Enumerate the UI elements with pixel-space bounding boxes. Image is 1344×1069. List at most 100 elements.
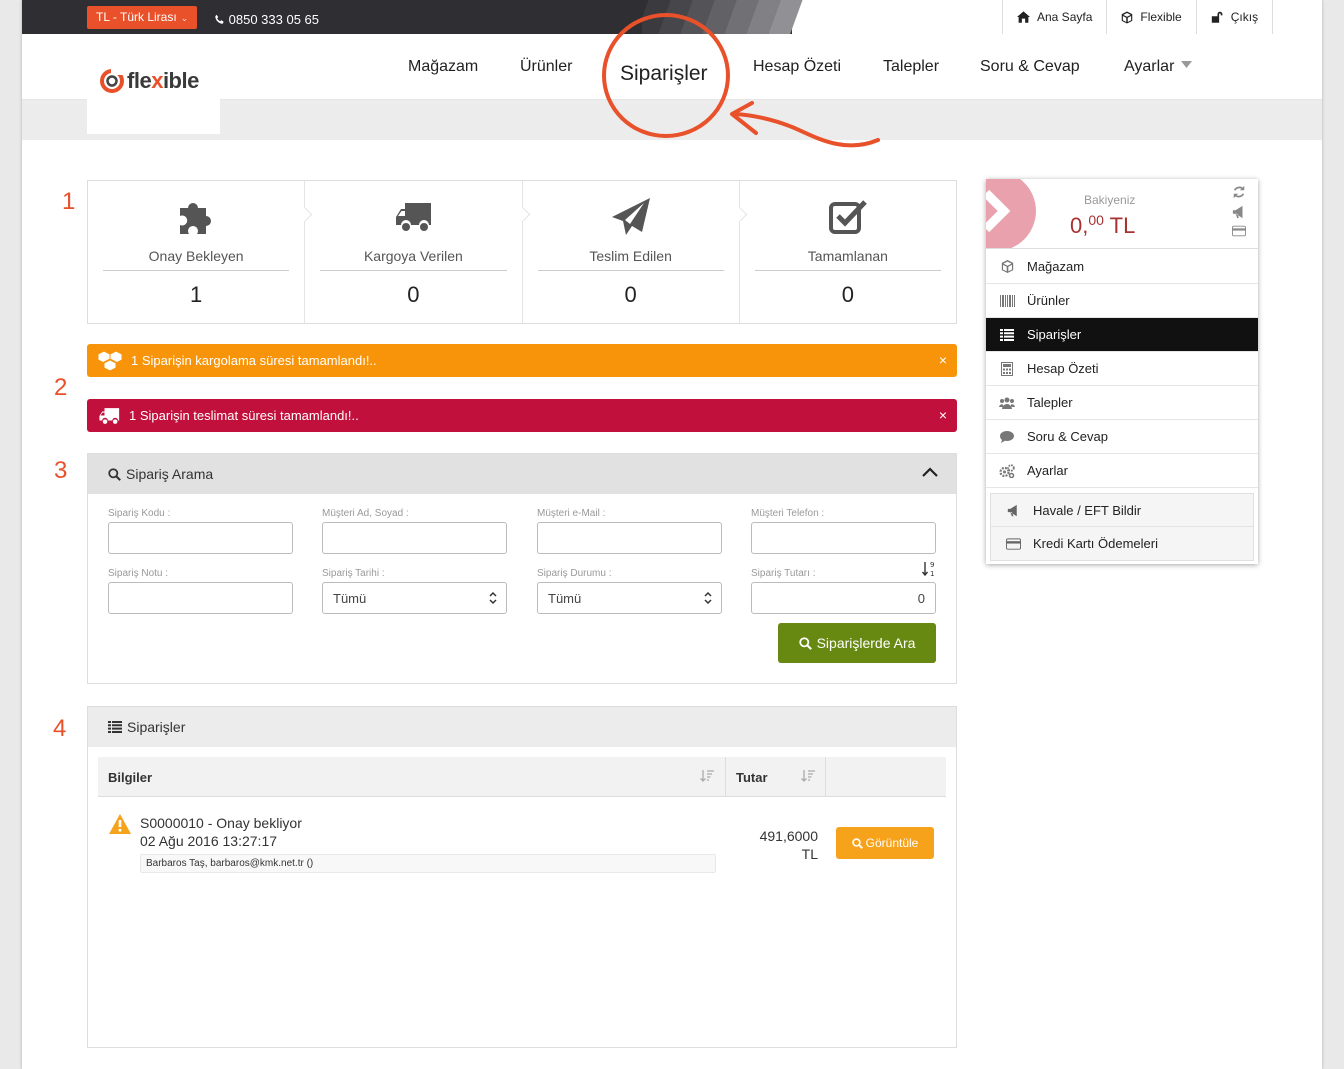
order-date-select[interactable]: Tümü — [322, 582, 507, 614]
top-link-flexible[interactable]: Flexible — [1106, 0, 1195, 34]
stat-pending-value: 1 — [190, 282, 203, 307]
alert-delivery-close-button[interactable]: × — [939, 407, 947, 423]
order-note-label: Sipariş Notu : — [108, 568, 169, 579]
bullhorn-icon[interactable] — [1232, 205, 1246, 219]
balance-label: Bakiyeniz — [1084, 193, 1136, 207]
step-number-2: 2 — [54, 374, 68, 401]
chevron-updown-icon — [704, 591, 712, 605]
puzzle-icon — [180, 203, 212, 234]
customer-name-label: Müşteri Ad, Soyad : — [322, 508, 409, 519]
field-customer-name: Müşteri Ad, Soyad : — [322, 508, 507, 554]
sidebar-item-urunler[interactable]: Ürünler — [986, 284, 1258, 318]
sidebar-item-label: Havale / EFT Bildir — [1033, 502, 1142, 518]
unlock-icon — [1211, 11, 1223, 23]
sort-icon[interactable] — [801, 769, 815, 783]
customer-name-input[interactable] — [322, 522, 507, 554]
field-order-status: Sipariş Durumu : Tümü — [537, 568, 722, 614]
search-orders-button[interactable]: Siparişlerde Ara — [778, 623, 936, 663]
stat-delivered-value: 0 — [624, 282, 637, 307]
field-customer-phone: Müşteri Telefon : — [751, 508, 936, 554]
sort-icon[interactable] — [700, 769, 714, 783]
stat-delivered-label: Teslim Edilen — [537, 248, 724, 271]
svg-text:1: 1 — [930, 570, 934, 578]
nav-ayarlar-label: Ayarlar — [1124, 58, 1175, 75]
logo[interactable]: flexible — [87, 34, 220, 134]
orders-panel: Siparişler Bilgiler Tutar S0000010 - Ona… — [87, 706, 957, 1048]
view-order-button[interactable]: Görüntüle — [836, 827, 934, 859]
sidebar-item-label: Ürünler — [1027, 293, 1070, 308]
nav-talepler[interactable]: Talepler — [883, 58, 939, 76]
cube-icon — [1122, 11, 1133, 23]
balance-decimal: 00 — [1088, 212, 1104, 228]
alert-shipping-close-button[interactable]: × — [939, 352, 947, 368]
page-frame: TL - Türk Lirası ⌄ 0850 333 05 65 Ana Say… — [22, 0, 1322, 1069]
customer-phone-input[interactable] — [751, 522, 936, 554]
column-divider — [825, 757, 826, 797]
alert-delivery-overdue: 1 Siparişin teslimat süresi tamamlandı!.… — [87, 399, 957, 432]
sidebar-item-soru-cevap[interactable]: Soru & Cevap — [986, 420, 1258, 454]
highlight-circle — [602, 13, 730, 138]
order-title[interactable]: S0000010 - Onay bekliyor — [140, 815, 302, 831]
column-bilgiler[interactable]: Bilgiler — [108, 757, 152, 797]
logo-text-a: fle — [127, 68, 152, 93]
column-tutar[interactable]: Tutar — [736, 757, 768, 797]
order-customer: Barbaros Taş, barbaros@kmk.net.tr () — [140, 854, 716, 873]
top-link-home[interactable]: Ana Sayfa — [1002, 0, 1106, 34]
field-order-date: Sipariş Tarihi : Tümü — [322, 568, 507, 614]
cubes-icon — [97, 350, 123, 371]
customer-email-label: Müşteri e-Mail : — [537, 508, 606, 519]
sidebar-submenu: Havale / EFT Bildir Kredi Kartı Ödemeler… — [990, 493, 1254, 561]
order-amount-currency: TL — [801, 846, 818, 862]
refresh-icon[interactable] — [1232, 185, 1246, 199]
credit-card-icon[interactable] — [1232, 225, 1246, 237]
phone-icon — [215, 14, 224, 24]
sidebar-item-ayarlar[interactable]: Ayarlar — [986, 454, 1258, 488]
phone-number: 0850 333 05 65 — [214, 12, 319, 27]
chevron-up-icon[interactable] — [921, 466, 939, 478]
sort-numeric-icon[interactable]: 91 — [922, 560, 936, 578]
nav-hesap-ozeti[interactable]: Hesap Özeti — [753, 58, 841, 76]
search-orders-label: Siparişlerde Ara — [816, 635, 916, 651]
order-amount-label: Sipariş Tutarı : — [751, 568, 816, 579]
sidebar-item-talepler[interactable]: Talepler — [986, 386, 1258, 420]
step-number-1: 1 — [62, 188, 76, 215]
currency-select[interactable]: TL - Türk Lirası ⌄ — [87, 6, 198, 29]
order-search-header[interactable]: Sipariş Arama — [88, 454, 956, 494]
nav-urunler[interactable]: Ürünler — [520, 58, 572, 76]
order-code-label: Sipariş Kodu : — [108, 508, 171, 519]
customer-phone-label: Müşteri Telefon : — [751, 508, 825, 519]
order-note-input[interactable] — [108, 582, 293, 614]
step-number-3: 3 — [54, 457, 68, 484]
nav-magazam[interactable]: Mağazam — [408, 58, 478, 76]
balance-int: 0, — [1070, 213, 1089, 238]
list-icon — [108, 721, 122, 733]
sidebar-item-magazam[interactable]: Mağazam — [986, 250, 1258, 284]
sidebar-item-kredi-karti[interactable]: Kredi Kartı Ödemeleri — [991, 527, 1253, 560]
stat-pending[interactable]: Onay Bekleyen 1 — [88, 181, 313, 323]
order-date-value: Tümü — [333, 590, 367, 606]
cube-icon — [1001, 260, 1013, 273]
warning-icon — [109, 814, 131, 834]
orders-table-header: Bilgiler Tutar — [98, 757, 946, 797]
table-row[interactable]: S0000010 - Onay bekliyor 02 Ağu 2016 13:… — [98, 797, 946, 887]
search-icon — [108, 467, 121, 481]
order-code-input[interactable] — [108, 522, 293, 554]
sidebar-item-hesap-ozeti[interactable]: Hesap Özeti — [986, 352, 1258, 386]
nav-soru-cevap[interactable]: Soru & Cevap — [980, 58, 1080, 76]
truck-icon — [99, 407, 120, 424]
top-link-logout[interactable]: Çıkış — [1195, 0, 1274, 34]
stat-shipped[interactable]: Kargoya Verilen 0 — [305, 181, 530, 323]
nav-ayarlar[interactable]: Ayarlar — [1124, 58, 1192, 76]
order-date-label: Sipariş Tarihi : — [322, 568, 385, 579]
bullhorn-icon — [1007, 504, 1017, 516]
stat-completed[interactable]: Tamamlanan 0 — [740, 181, 956, 323]
sidebar-item-havale-eft[interactable]: Havale / EFT Bildir — [991, 494, 1253, 527]
customer-email-input[interactable] — [537, 522, 722, 554]
order-amount-input[interactable]: 0 — [751, 582, 936, 614]
orders-header: Siparişler — [88, 707, 956, 747]
order-status-select[interactable]: Tümü — [537, 582, 722, 614]
view-order-label: Görüntüle — [865, 836, 919, 850]
sidebar-item-siparisler[interactable]: Siparişler — [986, 318, 1258, 352]
stat-completed-value: 0 — [841, 282, 854, 307]
stat-delivered[interactable]: Teslim Edilen 0 — [523, 181, 748, 323]
